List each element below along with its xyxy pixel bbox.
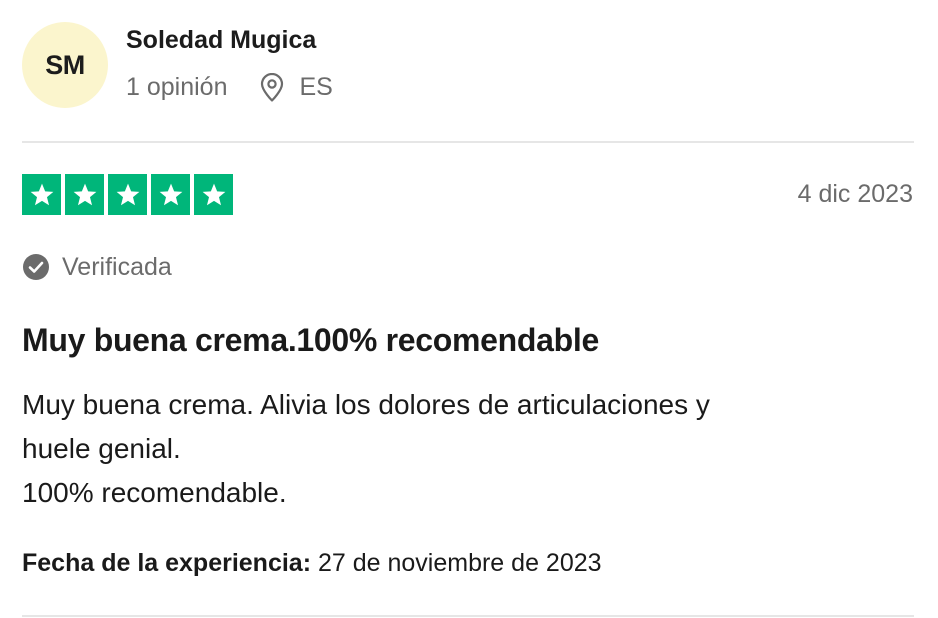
star-icon <box>22 174 61 215</box>
experience-date: Fecha de la experiencia: 27 de noviembre… <box>22 549 602 578</box>
star-icon <box>108 174 147 215</box>
review-count: 1 opinión <box>126 72 228 101</box>
reviewer-name[interactable]: Soledad Mugica <box>126 26 316 55</box>
avatar-initials: SM <box>45 49 85 80</box>
review-body: Muy buena crema. Alivia los dolores de a… <box>22 383 902 515</box>
verified-label: Verificada <box>62 252 172 281</box>
star-icon <box>151 174 190 215</box>
check-circle-icon <box>22 253 50 281</box>
review-title[interactable]: Muy buena crema.100% recomendable <box>22 322 599 359</box>
experience-date-value: 27 de noviembre de 2023 <box>317 549 602 577</box>
star-icon <box>194 174 233 215</box>
divider-bottom <box>22 615 914 617</box>
review-body-line: huele genial. <box>22 433 181 464</box>
reviewer-meta: 1 opinión ES <box>126 70 333 104</box>
review-body-line: 100% recomendable. <box>22 477 287 508</box>
reviewer-country: ES <box>299 72 333 101</box>
divider-top <box>22 141 914 143</box>
review-date: 4 dic 2023 <box>797 180 913 208</box>
verified-badge[interactable]: Verificada <box>22 251 172 283</box>
star-rating <box>22 174 233 215</box>
star-icon <box>65 174 104 215</box>
map-pin-icon <box>259 72 285 102</box>
review-body-line: Muy buena crema. Alivia los dolores de a… <box>22 389 710 420</box>
avatar[interactable]: SM <box>22 22 108 108</box>
experience-date-label: Fecha de la experiencia: <box>22 549 312 577</box>
